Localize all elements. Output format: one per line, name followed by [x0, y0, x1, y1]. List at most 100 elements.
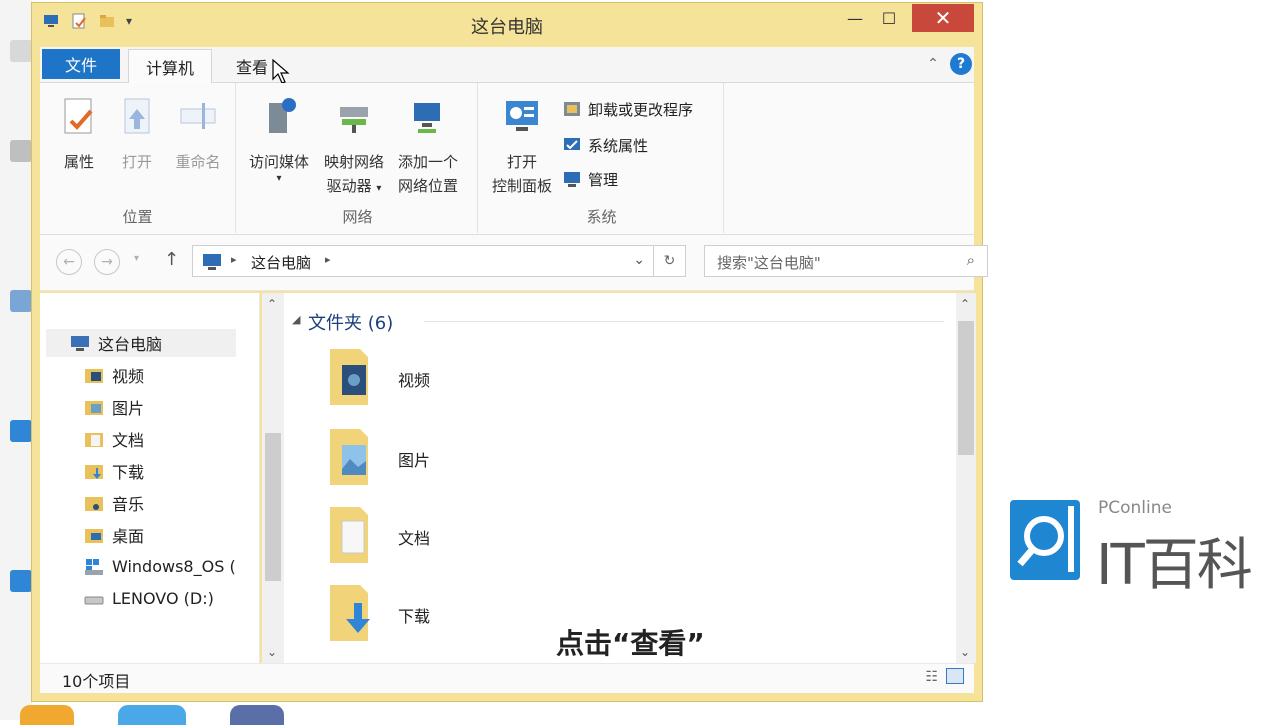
group-header[interactable]: 文件夹 (6) — [308, 309, 393, 335]
content-scroll-thumb[interactable] — [958, 321, 974, 455]
nav-item-label: 文档 — [112, 431, 145, 450]
access-media-button[interactable]: 访问媒体 ▾ — [244, 95, 314, 184]
title-bar[interactable]: ▾ 这台电脑 — ☐ ✕ — [32, 3, 982, 43]
folder-downloads-icon — [330, 585, 370, 641]
address-dropdown-icon[interactable]: ⌄ — [633, 252, 645, 268]
system-properties-button[interactable]: 系统属性 — [562, 133, 648, 157]
folder-downloads-icon — [85, 465, 103, 479]
nav-item-label: 这台电脑 — [98, 335, 163, 354]
drive-windows-icon — [85, 558, 103, 575]
group-collapse-icon[interactable]: ◢ — [292, 313, 300, 326]
scroll-up-icon[interactable]: ⌃ — [267, 297, 277, 311]
drive-icon — [84, 596, 104, 604]
folder-tile[interactable]: 视频 — [324, 343, 624, 415]
desktop-icon[interactable] — [10, 40, 32, 62]
search-icon[interactable]: ⌕ — [967, 251, 975, 269]
up-arrow-icon[interactable]: ↑ — [164, 249, 179, 270]
nav-pane-scrollbar[interactable]: ⌃ ⌄ — [262, 293, 284, 663]
nav-item-documents[interactable]: 文档 — [84, 427, 144, 451]
folder-tile[interactable]: 文档 — [324, 501, 624, 573]
add-network-location-button[interactable]: 添加一个 网络位置 — [392, 95, 464, 198]
folder-label: 文档 — [398, 529, 431, 548]
file-list: ◢ 文件夹 (6) 视频 图片 文档 下载 — [284, 293, 956, 663]
taskbar-icon[interactable] — [20, 705, 74, 725]
tab-file[interactable]: 文件 — [42, 49, 120, 79]
tab-computer[interactable]: 计算机 — [128, 49, 212, 83]
folder-desktop-icon — [85, 529, 103, 543]
media-server-icon — [269, 98, 296, 133]
close-button[interactable]: ✕ — [912, 4, 974, 32]
properties-button[interactable]: 属性 — [54, 95, 104, 174]
large-icons-view-icon[interactable] — [946, 668, 964, 684]
chevron-down-icon: ▾ — [276, 173, 282, 184]
network-drive-icon — [340, 107, 368, 133]
open-button[interactable]: 打开 — [112, 95, 162, 174]
open-icon — [124, 98, 150, 134]
ribbon-group-network: 访问媒体 ▾ 映射网络 驱动器 ▾ 添加一个 网络位置 网络 — [238, 83, 478, 233]
help-icon[interactable]: ? — [950, 53, 972, 75]
folder-video-icon — [330, 349, 368, 405]
computer-icon — [203, 254, 221, 270]
folder-documents-icon — [85, 433, 103, 447]
nav-item-videos[interactable]: 视频 — [84, 363, 144, 387]
taskbar-icon[interactable] — [230, 705, 284, 725]
computer-icon — [71, 336, 89, 351]
add-location-label-2: 网络位置 — [397, 177, 458, 195]
desktop-icon[interactable] — [10, 420, 32, 442]
address-bar[interactable]: ▸ 这台电脑 ▸ ⌄ — [192, 245, 654, 277]
content-scrollbar[interactable]: ⌃ ⌄ — [956, 293, 976, 663]
desktop-icon[interactable] — [10, 570, 32, 592]
taskbar-icon[interactable] — [118, 705, 186, 725]
open-control-panel-button[interactable]: 打开 控制面板 — [486, 95, 558, 198]
recent-locations-icon[interactable]: ▾ — [134, 253, 139, 264]
folder-documents-icon — [330, 507, 368, 563]
map-drive-button[interactable]: 映射网络 驱动器 ▾ — [318, 95, 390, 201]
properties-label: 属性 — [63, 153, 94, 171]
desktop-edge — [0, 0, 284, 725]
open-label: 打开 — [121, 153, 152, 171]
folder-label: 视频 — [398, 371, 431, 390]
nav-item-label: 桌面 — [112, 527, 145, 546]
rename-button[interactable]: 重命名 — [166, 95, 230, 174]
scroll-down-icon[interactable]: ⌄ — [960, 645, 970, 659]
details-view-icon[interactable]: ☷ — [925, 669, 938, 685]
breadcrumb-chevron-icon[interactable]: ▸ — [231, 253, 237, 266]
back-button[interactable]: ← — [56, 249, 82, 275]
desktop-icon[interactable] — [10, 290, 32, 312]
map-drive-label-1: 映射网络 — [323, 153, 384, 171]
minimize-button[interactable]: — — [840, 3, 870, 33]
nav-item-lenovo-drive[interactable]: LENOVO (D:) — [84, 589, 214, 608]
navigation-bar: ← → ▾ ↑ ▸ 这台电脑 ▸ ⌄ ↻ 搜索"这台电脑" ⌕ — [40, 235, 988, 291]
refresh-button[interactable]: ↻ — [654, 245, 686, 277]
nav-item-desktop[interactable]: 桌面 — [84, 523, 144, 547]
nav-item-label: 视频 — [112, 367, 145, 386]
maximize-button[interactable]: ☐ — [874, 3, 904, 33]
nav-item-windows-drive[interactable]: Windows8_OS ( — [84, 557, 236, 576]
collapse-ribbon-icon[interactable]: ⌃ — [922, 53, 944, 75]
uninstall-program-button[interactable]: 卸载或更改程序 — [562, 97, 693, 121]
system-properties-icon — [564, 138, 580, 150]
control-panel-icon — [506, 101, 538, 131]
breadcrumb-this-pc[interactable]: 这台电脑 — [251, 252, 311, 273]
pconline-logo-icon — [1010, 500, 1080, 580]
nav-item-pictures[interactable]: 图片 — [84, 395, 144, 419]
scroll-up-icon[interactable]: ⌃ — [960, 297, 970, 311]
manage-button[interactable]: 管理 — [562, 167, 618, 191]
desktop-icon[interactable] — [10, 140, 32, 162]
uninstall-label: 卸载或更改程序 — [588, 100, 694, 119]
folder-pictures-icon — [330, 429, 368, 485]
folder-tile[interactable]: 图片 — [324, 423, 624, 495]
breadcrumb-chevron-icon[interactable]: ▸ — [325, 253, 331, 266]
search-box[interactable]: 搜索"这台电脑" ⌕ — [704, 245, 988, 277]
manage-label: 管理 — [588, 170, 619, 189]
scroll-down-icon[interactable]: ⌄ — [267, 645, 277, 659]
location-group-label: 位置 — [122, 208, 153, 226]
nav-item-music[interactable]: 音乐 — [84, 491, 144, 515]
nav-item-downloads[interactable]: 下载 — [84, 459, 144, 483]
nav-item-label: 图片 — [112, 399, 145, 418]
nav-item-this-pc[interactable]: 这台电脑 — [46, 329, 236, 357]
nav-pane-scroll-thumb[interactable] — [265, 433, 281, 581]
forward-button[interactable]: → — [94, 249, 120, 275]
chevron-down-icon: ▾ — [376, 183, 382, 194]
navigation-pane: 这台电脑 视频 图片 文档 下载 音乐 桌面 Windows8_OS ( LEN… — [40, 293, 260, 663]
